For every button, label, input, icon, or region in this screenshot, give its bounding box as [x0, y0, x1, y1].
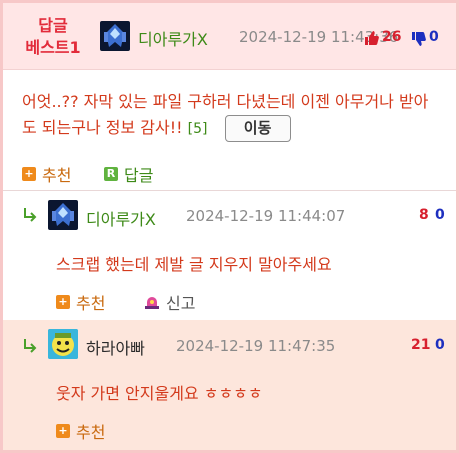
report-label: 신고 — [166, 294, 196, 313]
recommend-label: 추천 — [76, 423, 106, 442]
reply-count: [5] — [187, 121, 208, 137]
reply-button[interactable]: R 답글 — [104, 162, 153, 186]
reply-text: 스크랩 했는데 제발 글 지우지 말아주세요 — [56, 255, 332, 274]
divider — [3, 190, 456, 191]
thumb-up-icon[interactable] — [363, 30, 379, 46]
upvote-count: 8 — [419, 207, 429, 223]
recommend-label: 추천 — [76, 294, 106, 313]
avatar[interactable] — [48, 200, 78, 230]
comment-date: 2024-12-19 11:44:07 — [186, 207, 346, 225]
avatar[interactable] — [100, 21, 130, 51]
downvote-count: 0 — [435, 337, 445, 353]
best-badge-line2: 베스트1 — [25, 38, 81, 57]
plus-icon: + — [22, 167, 36, 181]
best-comment-header: 답글 베스트1 디아루가X 2024-12-19 11:43:36 26 0 — [3, 3, 456, 70]
comment-date: 2024-12-19 11:47:35 — [176, 337, 336, 355]
nickname[interactable]: 하라아빠 — [86, 335, 145, 359]
nickname[interactable]: 디아루가X — [138, 26, 208, 50]
downvote-count: 0 — [429, 29, 439, 45]
recommend-button[interactable]: + 추천 — [22, 162, 71, 186]
nickname[interactable]: 디아루가X — [86, 206, 156, 230]
plus-icon: + — [56, 295, 70, 309]
best-badge: 답글 베스트1 — [21, 15, 85, 59]
reply-text: 웃자 가면 안지울게요 ㅎㅎㅎㅎ — [56, 384, 263, 403]
reply-label: 답글 — [124, 166, 154, 185]
avatar[interactable] — [48, 329, 78, 359]
reply-arrow-icon — [24, 339, 37, 353]
report-button[interactable]: 신고 — [144, 290, 195, 314]
move-button[interactable]: 이동 — [224, 115, 291, 142]
best-comment-text-block: 어엇..?? 자막 있는 파일 구하러 다녔는데 이젠 아무거나 받아도 되는구… — [22, 89, 442, 142]
upvote-count: 26 — [382, 29, 402, 45]
recommend-button[interactable]: + 추천 — [56, 419, 105, 443]
best-badge-line1: 답글 — [38, 16, 68, 35]
plus-icon: + — [56, 424, 70, 438]
recommend-button[interactable]: + 추천 — [56, 290, 105, 314]
thumb-down-icon[interactable] — [410, 31, 426, 47]
downvote-count: 0 — [435, 207, 445, 223]
upvote-count: 21 — [411, 337, 431, 353]
comment-panel: 답글 베스트1 디아루가X 2024-12-19 11:43:36 26 0 어… — [3, 3, 456, 450]
siren-icon — [145, 297, 159, 309]
reply-r-icon: R — [104, 167, 118, 181]
reply-arrow-icon — [24, 208, 37, 222]
recommend-label: 추천 — [42, 166, 72, 185]
